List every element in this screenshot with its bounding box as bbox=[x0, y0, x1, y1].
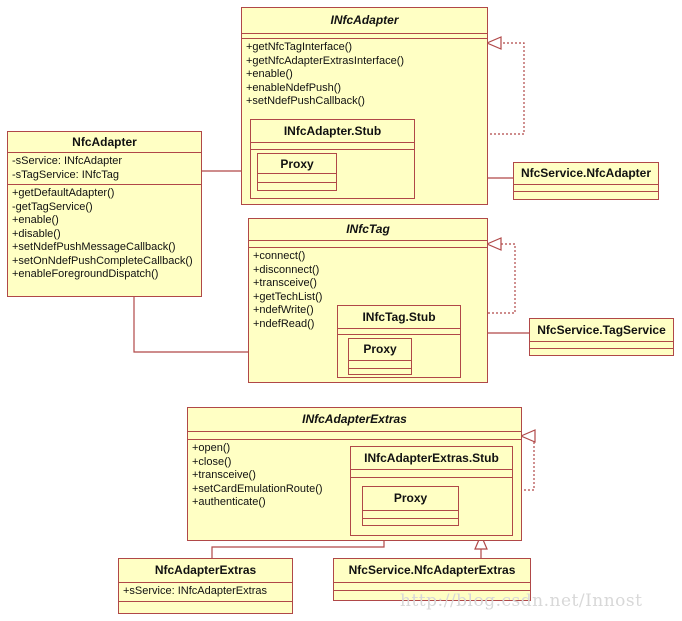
method: -getTagService() bbox=[12, 200, 93, 213]
hollow-triangle-arrow bbox=[485, 36, 502, 50]
compartment bbox=[530, 342, 673, 349]
class-name: INfcTag.Stub bbox=[338, 306, 460, 329]
attribute: -sTagService: INfcTag bbox=[12, 168, 119, 181]
class-name: NfcAdapter bbox=[8, 132, 201, 153]
attribute: +sService: INfcAdapterExtras bbox=[123, 585, 267, 597]
method: +enable() bbox=[246, 68, 293, 80]
attribute: -sService: INfcAdapter bbox=[12, 155, 123, 167]
class-name: Proxy bbox=[258, 154, 336, 174]
class-name: NfcService.NfcAdapter bbox=[514, 163, 658, 185]
method: +disconnect() bbox=[253, 263, 320, 276]
class-name: Proxy bbox=[349, 339, 411, 361]
methods-list: +getNfcTagInterface() +getNfcAdapterExtr… bbox=[242, 39, 487, 111]
method: +disable() bbox=[12, 227, 61, 240]
uml-class-diagram: INfcAdapter +getNfcTagInterface() +getNf… bbox=[0, 0, 682, 621]
class-name: INfcAdapterExtras.Stub bbox=[351, 447, 512, 470]
attributes-list: -sService: INfcAdapter -sTagService: INf… bbox=[8, 153, 201, 185]
method: +enableForegroundDispatch() bbox=[12, 268, 159, 280]
methods-list: +getDefaultAdapter() -getTagService() +e… bbox=[8, 185, 201, 284]
method: +setOnNdefPushCompleteCallback() bbox=[12, 254, 193, 267]
class-name: INfcTag bbox=[249, 219, 487, 241]
method: +getDefaultAdapter() bbox=[12, 187, 115, 199]
class-nfcservice-nfcadapter: NfcService.NfcAdapter bbox=[513, 162, 659, 200]
attributes-compartment bbox=[188, 432, 521, 440]
method: +getTechList() bbox=[253, 290, 323, 303]
method: +setNdefPushCallback() bbox=[246, 95, 365, 107]
class-name: Proxy bbox=[363, 487, 458, 511]
method: +getNfcTagInterface() bbox=[246, 41, 353, 53]
class-nfc-adapter-extras: NfcAdapterExtras +sService: INfcAdapterE… bbox=[118, 558, 293, 614]
class-nfc-adapter: NfcAdapter -sService: INfcAdapter -sTagS… bbox=[7, 131, 202, 297]
class-inf-adapter-extras-proxy: Proxy bbox=[362, 486, 459, 526]
method: +transceive() bbox=[253, 277, 317, 289]
compartment bbox=[349, 361, 411, 369]
compartment bbox=[251, 143, 414, 150]
method: +connect() bbox=[253, 250, 306, 262]
method: +getNfcAdapterExtrasInterface() bbox=[246, 54, 405, 67]
attributes-compartment bbox=[249, 241, 487, 248]
attributes-list: +sService: INfcAdapterExtras bbox=[119, 583, 292, 602]
class-name: NfcService.TagService bbox=[530, 319, 673, 342]
class-inf-tag-proxy: Proxy bbox=[348, 338, 412, 375]
class-name: NfcService.NfcAdapterExtras bbox=[334, 559, 530, 583]
class-name: INfcAdapter.Stub bbox=[251, 120, 414, 143]
compartment bbox=[363, 511, 458, 519]
class-nfcservice-tagservice: NfcService.TagService bbox=[529, 318, 674, 356]
method: +setNdefPushMessageCallback() bbox=[12, 241, 176, 253]
compartment bbox=[351, 470, 512, 478]
watermark: http://blog.csdn.net/Innost bbox=[400, 591, 643, 611]
class-inf-adapter-proxy: Proxy bbox=[257, 153, 337, 191]
class-name: NfcAdapterExtras bbox=[119, 559, 292, 583]
compartment bbox=[334, 583, 530, 591]
compartment bbox=[514, 185, 658, 192]
method: +enable() bbox=[12, 214, 59, 226]
class-name: INfcAdapterExtras bbox=[188, 408, 521, 432]
compartment bbox=[338, 329, 460, 335]
method: +enableNdefPush() bbox=[246, 81, 342, 94]
compartment bbox=[258, 174, 336, 183]
class-name: INfcAdapter bbox=[242, 8, 487, 34]
